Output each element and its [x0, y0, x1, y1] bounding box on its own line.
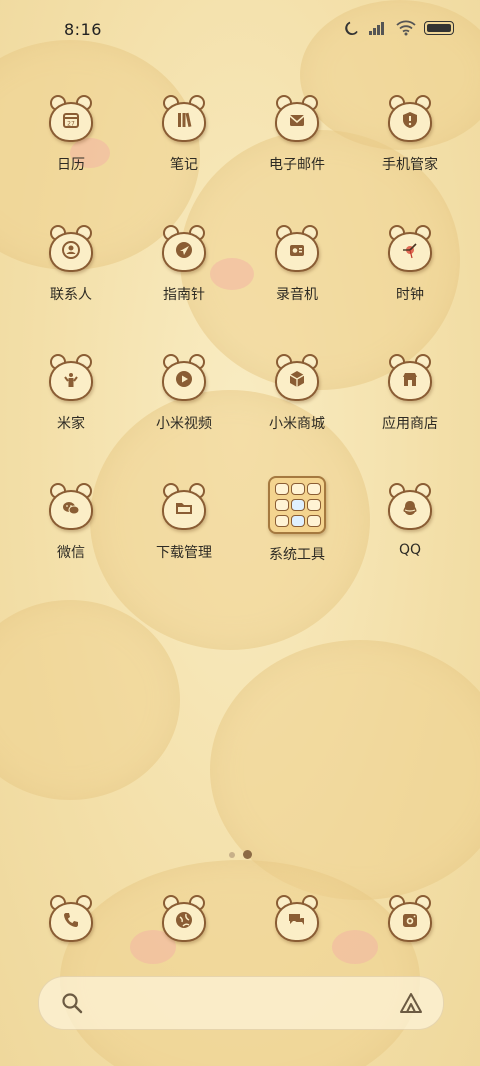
status-bar: 8:16 [0, 0, 480, 62]
app-clock[interactable]: 时钟 [355, 225, 465, 304]
mail-icon [275, 95, 319, 142]
camera-icon [388, 895, 432, 942]
shield-icon [388, 95, 432, 142]
notes-icon [162, 95, 206, 142]
dock-messages[interactable] [242, 895, 352, 942]
app-label: 指南针 [163, 287, 205, 303]
contacts-icon [49, 225, 93, 272]
app-contacts[interactable]: 联系人 [16, 225, 126, 304]
qq-icon [388, 483, 432, 530]
app-label: 小米视频 [156, 416, 212, 432]
video-icon [162, 354, 206, 401]
status-icons [344, 20, 454, 36]
clock-icon [388, 225, 432, 272]
app-label: 下载管理 [156, 545, 212, 561]
app-label: 手机管家 [382, 157, 438, 173]
app-label: 系统工具 [269, 547, 325, 563]
folder-app-thumbnail [307, 515, 321, 527]
app-video[interactable]: 小米视频 [129, 354, 239, 433]
signal-icon [369, 22, 384, 35]
app-mihome[interactable]: 米家 [16, 354, 126, 433]
app-label: 时钟 [396, 287, 424, 303]
store-box-icon [275, 354, 319, 401]
moon-icon [345, 21, 358, 35]
app-wechat[interactable]: 微信 [16, 483, 126, 562]
voice-assistant-icon[interactable] [399, 992, 423, 1014]
wifi-icon [396, 20, 416, 36]
calendar-icon: 27 [49, 95, 93, 142]
battery-icon [424, 21, 454, 35]
app-label: 电子邮件 [269, 157, 325, 173]
folder-app-thumbnail [275, 483, 289, 495]
mihome-icon [49, 354, 93, 401]
app-calendar[interactable]: 27 日历 [16, 95, 126, 174]
app-label: 联系人 [50, 287, 92, 303]
app-label: 小米商城 [269, 416, 325, 432]
folder-app-thumbnail [291, 499, 305, 511]
system-tools-folder-icon [268, 476, 326, 534]
app-shield[interactable]: 手机管家 [355, 95, 465, 174]
app-label: 米家 [57, 416, 85, 432]
search-bar[interactable] [38, 976, 444, 1030]
app-folder-download[interactable]: 下载管理 [129, 483, 239, 562]
folder-app-thumbnail [291, 515, 305, 527]
folder-app-thumbnail [275, 515, 289, 527]
app-system-tools-folder[interactable]: 系统工具 [242, 476, 352, 564]
page-indicator [0, 850, 480, 859]
dock-phone[interactable] [16, 895, 126, 942]
app-store-box[interactable]: 小米商城 [242, 354, 352, 433]
browser-icon [162, 895, 206, 942]
app-label: 微信 [57, 545, 85, 561]
app-notes[interactable]: 笔记 [129, 95, 239, 174]
messages-icon [275, 895, 319, 942]
page-dot-active[interactable] [242, 850, 252, 859]
phone-icon [49, 895, 93, 942]
dock-browser[interactable] [129, 895, 239, 942]
app-mail[interactable]: 电子邮件 [242, 95, 352, 174]
search-icon[interactable] [61, 992, 83, 1014]
app-label: QQ [398, 542, 422, 558]
page-dot[interactable] [228, 851, 235, 858]
app-store-icon [388, 354, 432, 401]
folder-app-thumbnail [291, 483, 305, 495]
app-label: 笔记 [170, 157, 198, 173]
recorder-icon [275, 225, 319, 272]
compass-icon [162, 225, 206, 272]
folder-app-thumbnail [275, 499, 289, 511]
app-recorder[interactable]: 录音机 [242, 225, 352, 304]
folder-app-thumbnail [307, 483, 321, 495]
app-app-store[interactable]: 应用商店 [355, 354, 465, 433]
dock-camera[interactable] [355, 895, 465, 942]
folder-download-icon [162, 483, 206, 530]
app-label: 录音机 [276, 287, 318, 303]
app-qq[interactable]: QQ [355, 483, 465, 558]
app-label: 日历 [57, 157, 85, 173]
folder-app-thumbnail [307, 499, 321, 511]
wechat-icon [49, 483, 93, 530]
status-time: 8:16 [64, 20, 102, 39]
svg-text:27: 27 [67, 121, 75, 128]
app-compass[interactable]: 指南针 [129, 225, 239, 304]
app-label: 应用商店 [382, 416, 438, 432]
